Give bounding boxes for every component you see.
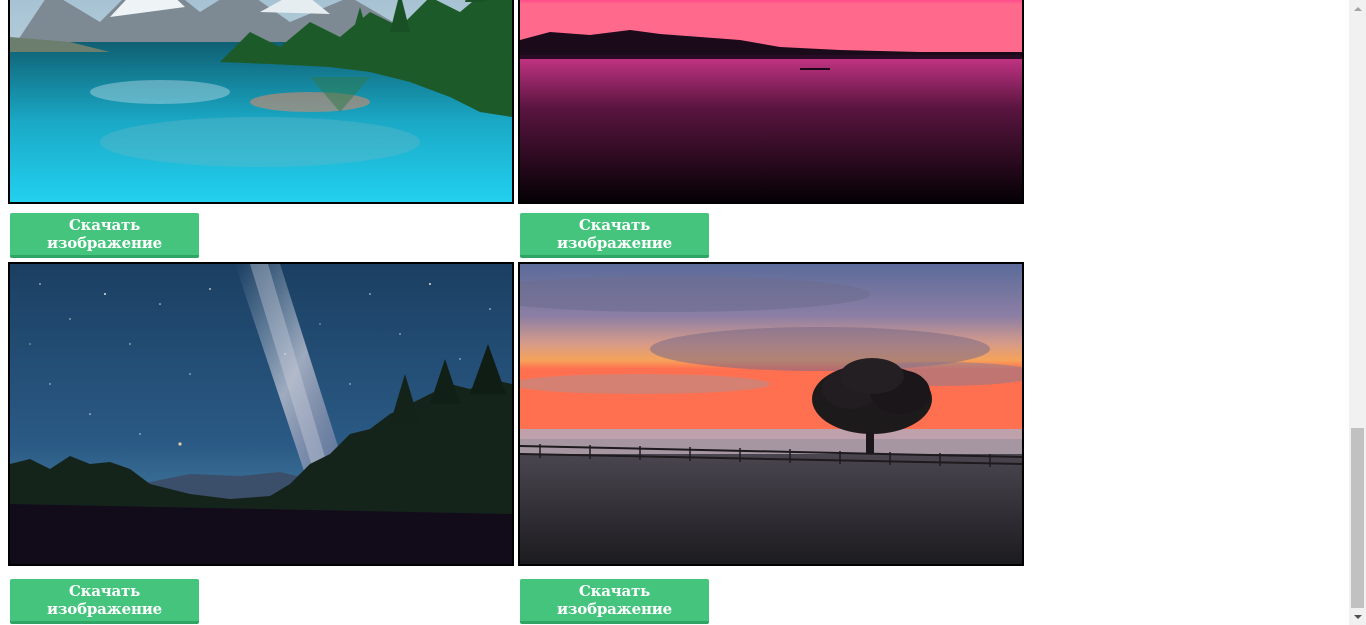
milky-way-image: [10, 264, 512, 564]
lake-image: [10, 0, 512, 202]
scrollbar-thumb[interactable]: [1351, 428, 1364, 608]
tree-sunset-image: [520, 264, 1022, 564]
download-button[interactable]: Скачать изображение: [520, 213, 709, 258]
image-lake-mountains: [8, 0, 514, 204]
sunset-image: [520, 0, 1022, 202]
page: Скачать изображение Скачать изображение …: [0, 0, 1366, 625]
image-tree-sunset: [518, 262, 1024, 566]
scroll-down-arrow-icon[interactable]: [1349, 608, 1366, 625]
download-button[interactable]: Скачать изображение: [10, 579, 199, 624]
scroll-up-arrow-icon[interactable]: [1349, 0, 1366, 17]
image-pink-sunset: [518, 0, 1024, 204]
download-button[interactable]: Скачать изображение: [10, 213, 199, 258]
vertical-scrollbar[interactable]: [1349, 0, 1366, 625]
image-milky-way: [8, 262, 514, 566]
download-button[interactable]: Скачать изображение: [520, 579, 709, 624]
